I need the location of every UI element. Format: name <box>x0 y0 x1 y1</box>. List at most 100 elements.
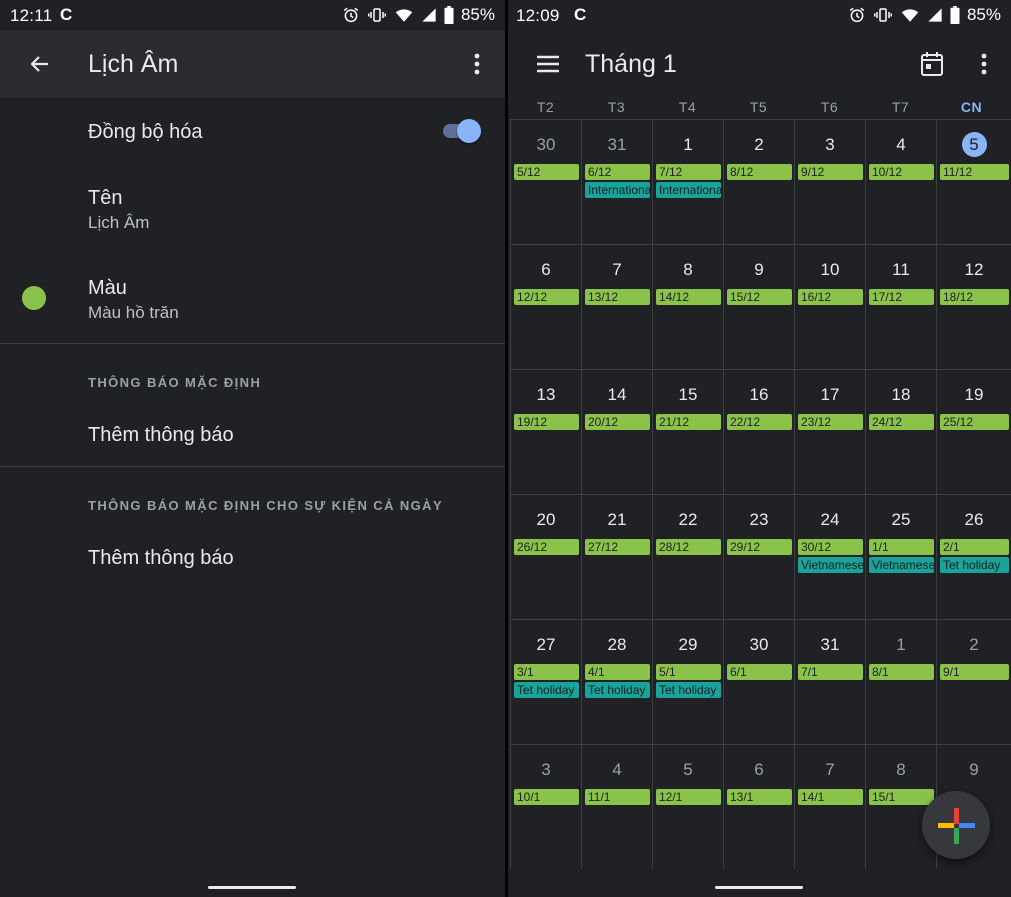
day-cell[interactable]: 13 19/12 <box>510 369 581 494</box>
holiday-event-chip[interactable]: Tet holiday <box>656 682 721 698</box>
lunar-date-chip[interactable]: 12/12 <box>514 289 579 305</box>
lunar-date-chip[interactable]: 16/12 <box>798 289 863 305</box>
lunar-date-chip[interactable]: 7/12 <box>656 164 721 180</box>
holiday-event-chip[interactable]: International <box>656 182 721 198</box>
day-cell[interactable]: 9 15/12 <box>723 244 794 369</box>
add-allday-notification-button[interactable]: Thêm thông báo <box>88 547 234 570</box>
lunar-date-chip[interactable]: 8/12 <box>727 164 792 180</box>
day-cell[interactable]: 24 30/12 Vietnamese <box>794 494 865 619</box>
day-cell[interactable]: 12 18/12 <box>936 244 1011 369</box>
lunar-date-chip[interactable]: 10/1 <box>514 789 579 805</box>
more-vert-icon[interactable] <box>462 44 492 84</box>
day-cell[interactable]: 31 6/12 International <box>581 119 652 244</box>
day-cell[interactable]: 17 23/12 <box>794 369 865 494</box>
lunar-date-chip[interactable]: 5/1 <box>656 664 721 680</box>
day-cell[interactable]: 6 12/12 <box>510 244 581 369</box>
day-cell[interactable]: 29 5/1 Tet holiday <box>652 619 723 744</box>
holiday-event-chip[interactable]: Tet holiday <box>514 682 579 698</box>
day-cell[interactable]: 18 24/12 <box>865 369 936 494</box>
lunar-date-chip[interactable]: 11/12 <box>940 164 1009 180</box>
lunar-date-chip[interactable]: 18/12 <box>940 289 1009 305</box>
day-cell[interactable]: 5 12/1 <box>652 744 723 869</box>
lunar-date-chip[interactable]: 12/1 <box>656 789 721 805</box>
month-title[interactable]: Tháng 1 <box>585 50 677 79</box>
day-cell[interactable]: 4 10/12 <box>865 119 936 244</box>
lunar-date-chip[interactable]: 9/1 <box>940 664 1009 680</box>
day-cell[interactable]: 3 9/12 <box>794 119 865 244</box>
lunar-date-chip[interactable]: 10/12 <box>869 164 934 180</box>
lunar-date-chip[interactable]: 9/12 <box>798 164 863 180</box>
day-cell[interactable]: 22 28/12 <box>652 494 723 619</box>
gesture-nav-handle[interactable] <box>208 886 296 889</box>
holiday-event-chip[interactable]: Vietnamese <box>798 557 863 573</box>
day-cell[interactable]: 16 22/12 <box>723 369 794 494</box>
more-vert-icon[interactable] <box>969 44 999 84</box>
lunar-date-chip[interactable]: 21/12 <box>656 414 721 430</box>
day-cell[interactable]: 2 8/12 <box>723 119 794 244</box>
lunar-date-chip[interactable]: 30/12 <box>798 539 863 555</box>
lunar-date-chip[interactable]: 5/12 <box>514 164 579 180</box>
day-cell[interactable]: 8 14/12 <box>652 244 723 369</box>
lunar-date-chip[interactable]: 20/12 <box>585 414 650 430</box>
lunar-date-chip[interactable]: 13/1 <box>727 789 792 805</box>
day-cell[interactable]: 1 8/1 <box>865 619 936 744</box>
day-cell[interactable]: 10 16/12 <box>794 244 865 369</box>
day-cell[interactable]: 30 5/12 <box>510 119 581 244</box>
lunar-date-chip[interactable]: 22/12 <box>727 414 792 430</box>
lunar-date-chip[interactable]: 26/12 <box>514 539 579 555</box>
lunar-date-chip[interactable]: 13/12 <box>585 289 650 305</box>
day-cell[interactable]: 3 10/1 <box>510 744 581 869</box>
lunar-date-chip[interactable]: 7/1 <box>798 664 863 680</box>
lunar-date-chip[interactable]: 6/12 <box>585 164 650 180</box>
day-cell[interactable]: 15 21/12 <box>652 369 723 494</box>
lunar-date-chip[interactable]: 29/12 <box>727 539 792 555</box>
lunar-date-chip[interactable]: 23/12 <box>798 414 863 430</box>
day-cell[interactable]: 30 6/1 <box>723 619 794 744</box>
lunar-date-chip[interactable]: 14/12 <box>656 289 721 305</box>
day-cell[interactable]: 31 7/1 <box>794 619 865 744</box>
day-cell[interactable]: 6 13/1 <box>723 744 794 869</box>
lunar-date-chip[interactable]: 4/1 <box>585 664 650 680</box>
lunar-date-chip[interactable]: 8/1 <box>869 664 934 680</box>
holiday-event-chip[interactable]: Vietnamese <box>869 557 934 573</box>
sync-toggle[interactable] <box>441 118 483 144</box>
lunar-date-chip[interactable]: 2/1 <box>940 539 1009 555</box>
lunar-date-chip[interactable]: 6/1 <box>727 664 792 680</box>
day-cell[interactable]: 1 7/12 International <box>652 119 723 244</box>
day-cell[interactable]: 27 3/1 Tet holiday <box>510 619 581 744</box>
holiday-event-chip[interactable]: Tet holiday <box>585 682 650 698</box>
day-cell[interactable]: 14 20/12 <box>581 369 652 494</box>
arrow-left-icon[interactable] <box>20 44 60 84</box>
day-cell[interactable]: 11 17/12 <box>865 244 936 369</box>
lunar-date-chip[interactable]: 11/1 <box>585 789 650 805</box>
create-event-fab[interactable] <box>922 791 990 859</box>
day-cell[interactable]: 19 25/12 <box>936 369 1011 494</box>
lunar-date-chip[interactable]: 1/1 <box>869 539 934 555</box>
add-notification-button[interactable]: Thêm thông báo <box>88 424 234 447</box>
day-cell[interactable]: 23 29/12 <box>723 494 794 619</box>
lunar-date-chip[interactable]: 17/12 <box>869 289 934 305</box>
lunar-date-chip[interactable]: 3/1 <box>514 664 579 680</box>
day-cell[interactable]: 7 14/1 <box>794 744 865 869</box>
day-cell[interactable]: 5 11/12 <box>936 119 1011 244</box>
day-cell[interactable]: 7 13/12 <box>581 244 652 369</box>
day-cell[interactable]: 28 4/1 Tet holiday <box>581 619 652 744</box>
lunar-date-chip[interactable]: 24/12 <box>869 414 934 430</box>
gesture-nav-handle[interactable] <box>715 886 803 889</box>
lunar-date-chip[interactable]: 28/12 <box>656 539 721 555</box>
holiday-event-chip[interactable]: International <box>585 182 650 198</box>
day-cell[interactable]: 4 11/1 <box>581 744 652 869</box>
hamburger-icon[interactable] <box>528 44 568 84</box>
lunar-date-chip[interactable]: 14/1 <box>798 789 863 805</box>
day-cell[interactable]: 21 27/12 <box>581 494 652 619</box>
calendar-today-icon[interactable] <box>912 44 952 84</box>
lunar-date-chip[interactable]: 19/12 <box>514 414 579 430</box>
lunar-date-chip[interactable]: 25/12 <box>940 414 1009 430</box>
day-cell[interactable]: 2 9/1 <box>936 619 1011 744</box>
holiday-event-chip[interactable]: Tet holiday <box>940 557 1009 573</box>
day-cell[interactable]: 26 2/1 Tet holiday <box>936 494 1011 619</box>
day-cell[interactable]: 25 1/1 Vietnamese <box>865 494 936 619</box>
lunar-date-chip[interactable]: 15/12 <box>727 289 792 305</box>
lunar-date-chip[interactable]: 27/12 <box>585 539 650 555</box>
day-cell[interactable]: 20 26/12 <box>510 494 581 619</box>
